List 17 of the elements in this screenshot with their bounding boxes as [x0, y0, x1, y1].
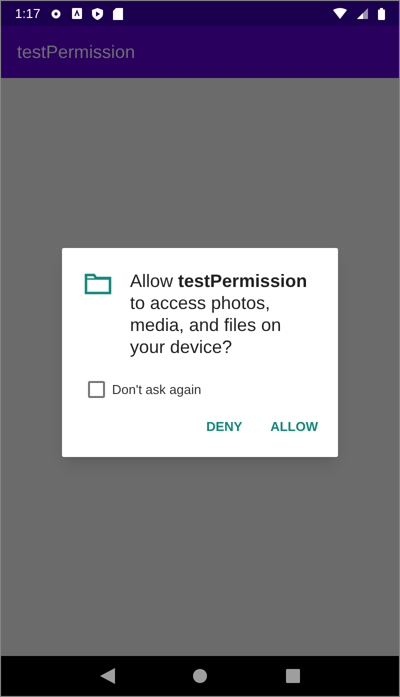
folder-icon [84, 272, 112, 296]
clock: 1:17 [15, 4, 40, 23]
dialog-button[interactable]: DENY [196, 411, 252, 442]
app-notification-icon [72, 8, 82, 19]
wifi-icon [333, 8, 347, 19]
shield-icon [92, 8, 104, 20]
signal-icon [357, 8, 368, 19]
recents-icon[interactable] [286, 669, 300, 683]
battery-icon [378, 8, 385, 20]
back-icon[interactable] [100, 668, 116, 684]
dialog-button[interactable]: ALLOW [260, 411, 328, 442]
sd-card-icon [113, 8, 124, 20]
home-icon[interactable] [193, 669, 208, 683]
checkbox-label: Don't ask again [112, 380, 202, 399]
dialog-message: Allow testPermission to access photos, media, and files on your device? [130, 270, 308, 358]
app-title: testPermission [17, 40, 136, 64]
checkbox[interactable] [88, 380, 105, 398]
